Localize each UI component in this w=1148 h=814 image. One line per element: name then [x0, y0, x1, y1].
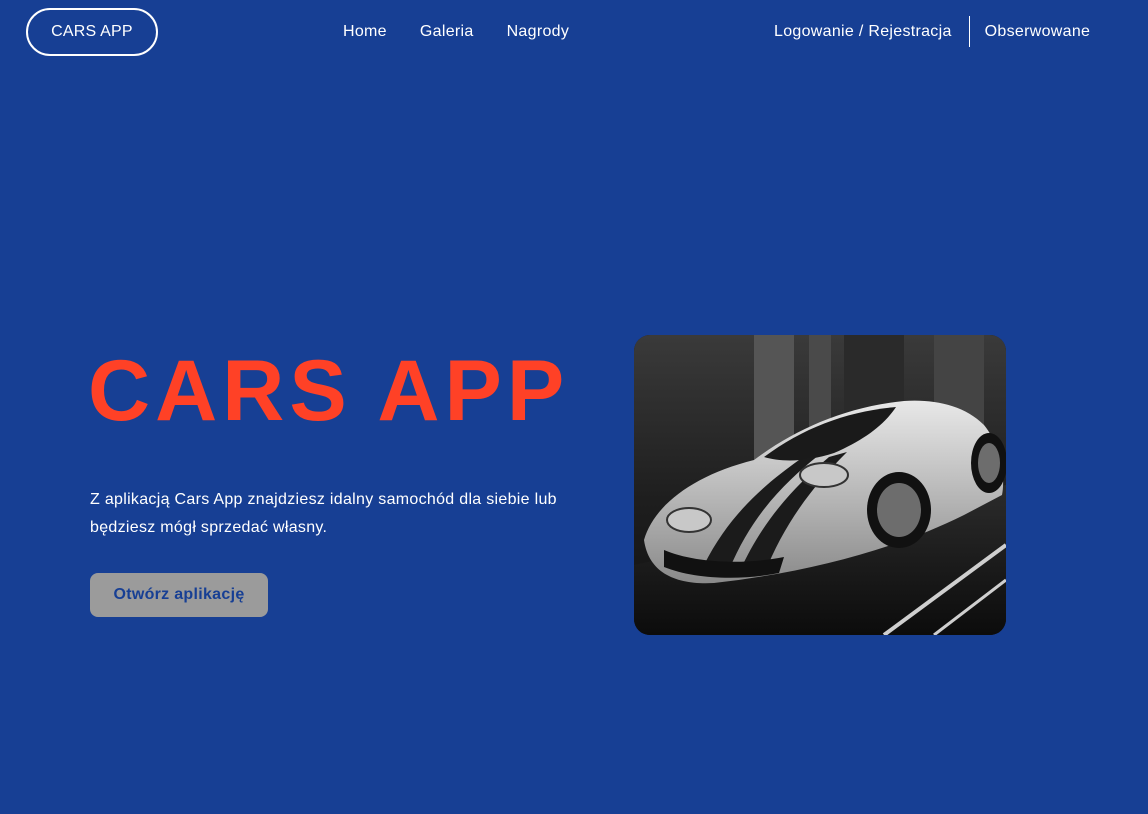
- page: CARS APP Home Galeria Nagrody Logowanie …: [0, 0, 1148, 814]
- car-photo: [634, 335, 1006, 635]
- watchlist-link[interactable]: Obserwowane: [985, 23, 1091, 41]
- logo-button[interactable]: CARS APP: [26, 8, 158, 56]
- hero-title: CARS APP: [88, 343, 570, 439]
- hero-description: Z aplikacją Cars App znajdziesz idalny s…: [90, 491, 557, 536]
- nav-link-awards[interactable]: Nagrody: [507, 23, 570, 41]
- car-photo-illustration: [634, 335, 1006, 635]
- open-app-button[interactable]: Otwórz aplikację: [90, 573, 268, 617]
- nav-link-gallery[interactable]: Galeria: [420, 23, 474, 41]
- nav-divider: [968, 16, 970, 47]
- nav-link-home[interactable]: Home: [343, 23, 387, 41]
- logo-label: CARS APP: [51, 23, 133, 40]
- main-nav: Home Galeria Nagrody: [343, 20, 602, 44]
- login-register-link[interactable]: Logowanie / Rejestracja: [774, 23, 952, 41]
- account-nav: Logowanie / Rejestracja Obserwowane: [774, 16, 1090, 47]
